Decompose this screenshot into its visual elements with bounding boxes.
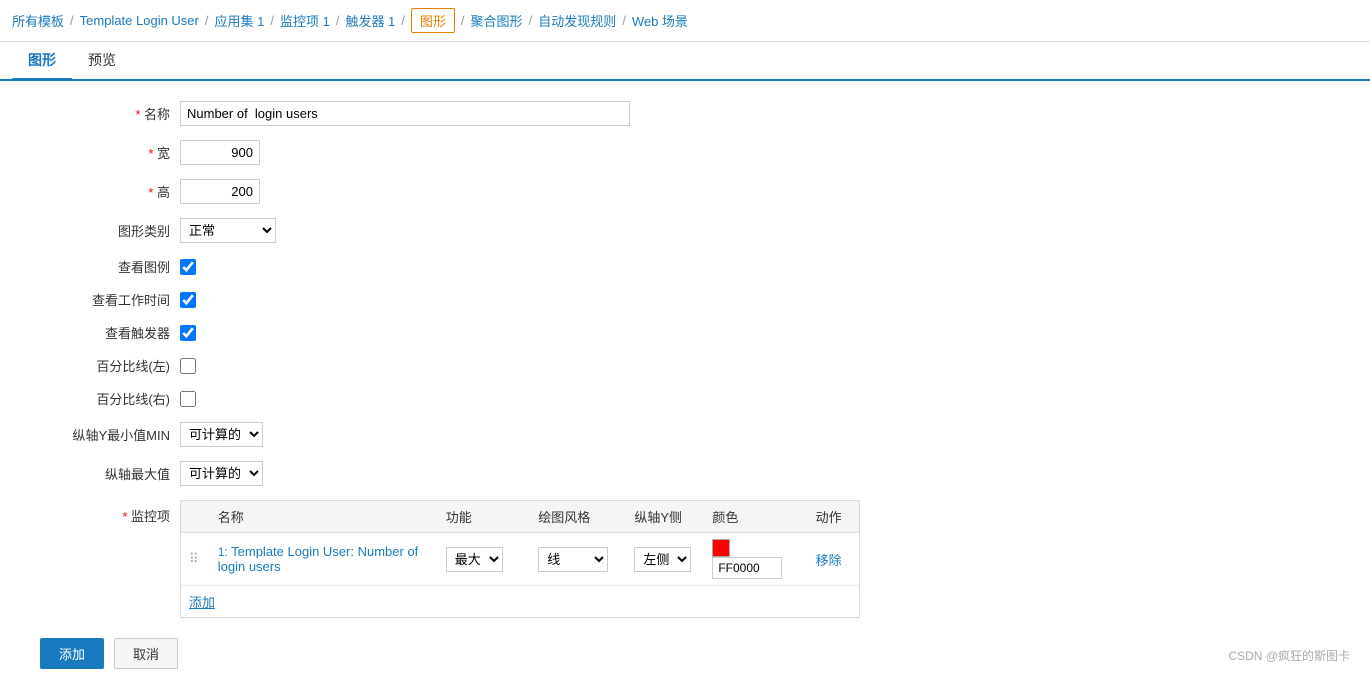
- color-swatch: [712, 539, 730, 557]
- item-style-cell: 线 点填充 粗线 阶梯线: [530, 533, 626, 586]
- col-action-header: 动作: [808, 501, 859, 533]
- percentile-left-label: 百分比线(左): [40, 356, 180, 375]
- table-header-row: 名称 功能 绘图风格 纵轴Y侧 颜色 动作: [181, 501, 859, 533]
- table-row: ⠿ 1: Template Login User: Number of logi…: [181, 533, 859, 586]
- view-workhours-row: 查看工作时间: [40, 290, 860, 309]
- breadcrumb-sep8: /: [622, 13, 626, 28]
- ymin-label: 纵轴Y最小值MIN: [40, 425, 180, 444]
- form-container: 名称 宽 高 图形类别 正常 堆叠 饼图 分离型饼图 查看图例 查看工作时间 查…: [0, 81, 900, 689]
- breadcrumb-sep3: /: [270, 13, 274, 28]
- item-color-cell: [704, 533, 807, 586]
- view-legend-row: 查看图例: [40, 257, 860, 276]
- monitor-row: 监控项 名称 功能 绘图风格 纵轴Y侧 颜色 动作: [40, 500, 860, 618]
- height-row: 高: [40, 179, 860, 204]
- add-button[interactable]: 添加: [40, 638, 104, 669]
- name-row: 名称: [40, 101, 860, 126]
- ymax-select[interactable]: 可计算的 固定 物品: [180, 461, 263, 486]
- color-input[interactable]: [712, 557, 782, 579]
- col-style-header: 绘图风格: [530, 501, 626, 533]
- percentile-left-row: 百分比线(左): [40, 356, 860, 375]
- view-workhours-label: 查看工作时间: [40, 290, 180, 309]
- footer-buttons: 添加 取消: [40, 638, 860, 669]
- height-input[interactable]: [180, 179, 260, 204]
- breadcrumb-alltemplate[interactable]: 所有模板: [12, 11, 64, 30]
- width-row: 宽: [40, 140, 860, 165]
- percentile-left-checkbox[interactable]: [180, 358, 196, 374]
- item-style-select[interactable]: 线 点填充 粗线 阶梯线: [538, 547, 608, 572]
- tab-preview[interactable]: 预览: [72, 42, 132, 81]
- percentile-right-checkbox[interactable]: [180, 391, 196, 407]
- breadcrumb-autodiscover[interactable]: 自动发现规则: [538, 11, 616, 30]
- percentile-right-row: 百分比线(右): [40, 389, 860, 408]
- name-label: 名称: [40, 104, 180, 123]
- monitor-table: 名称 功能 绘图风格 纵轴Y侧 颜色 动作 ⠿ 1:: [181, 501, 859, 586]
- ymin-select[interactable]: 可计算的 固定 物品: [180, 422, 263, 447]
- name-input[interactable]: [180, 101, 630, 126]
- breadcrumb-aggregate[interactable]: 聚合图形: [471, 11, 523, 30]
- col-yaxis-header: 纵轴Y侧: [626, 501, 704, 533]
- breadcrumb-sep7: /: [529, 13, 533, 28]
- col-name-header: 名称: [210, 501, 438, 533]
- item-func-select[interactable]: 最大 最小 平均 合计: [446, 547, 503, 572]
- cancel-button[interactable]: 取消: [114, 638, 178, 669]
- breadcrumb-sep5: /: [401, 13, 405, 28]
- tab-bar: 图形 预览: [0, 42, 1370, 81]
- breadcrumb-sep2: /: [205, 13, 209, 28]
- item-index: 1:: [218, 545, 228, 559]
- graph-type-row: 图形类别 正常 堆叠 饼图 分离型饼图: [40, 218, 860, 243]
- watermark: CSDN @疯狂的斯图卡: [1228, 647, 1350, 664]
- breadcrumb-template-login-user[interactable]: Template Login User: [80, 13, 199, 28]
- ymax-row: 纵轴最大值 可计算的 固定 物品: [40, 461, 860, 486]
- height-label: 高: [40, 182, 180, 201]
- item-func-cell: 最大 最小 平均 合计: [438, 533, 530, 586]
- breadcrumb-monitor[interactable]: 监控项 1: [280, 11, 330, 30]
- ymax-label: 纵轴最大值: [40, 464, 180, 483]
- table-add-link[interactable]: 添加: [181, 586, 859, 617]
- breadcrumb-webscene[interactable]: Web 场景: [632, 11, 688, 30]
- graph-type-label: 图形类别: [40, 221, 180, 240]
- breadcrumb-app[interactable]: 应用集 1: [215, 11, 265, 30]
- monitor-table-wrapper: 名称 功能 绘图风格 纵轴Y侧 颜色 动作 ⠿ 1:: [180, 500, 860, 618]
- ymin-row: 纵轴Y最小值MIN 可计算的 固定 物品: [40, 422, 860, 447]
- remove-link[interactable]: 移除: [816, 553, 842, 568]
- view-legend-label: 查看图例: [40, 257, 180, 276]
- item-name-cell: 1: Template Login User: Number of login …: [210, 533, 438, 586]
- percentile-right-label: 百分比线(右): [40, 389, 180, 408]
- graph-type-select[interactable]: 正常 堆叠 饼图 分离型饼图: [180, 218, 276, 243]
- breadcrumb-sep4: /: [336, 13, 340, 28]
- item-name-link[interactable]: Template Login User: Number of login use…: [218, 544, 419, 574]
- breadcrumb: 所有模板 / Template Login User / 应用集 1 / 监控项…: [0, 0, 1370, 42]
- col-drag: [181, 501, 210, 533]
- breadcrumb-sep6: /: [461, 13, 465, 28]
- view-trigger-checkbox[interactable]: [180, 325, 196, 341]
- drag-handle-icon[interactable]: ⠿: [189, 551, 199, 566]
- view-workhours-checkbox[interactable]: [180, 292, 196, 308]
- col-func-header: 功能: [438, 501, 530, 533]
- breadcrumb-graph-active[interactable]: 图形: [411, 8, 455, 33]
- tab-graph[interactable]: 图形: [12, 42, 72, 81]
- width-input[interactable]: [180, 140, 260, 165]
- item-yaxis-select[interactable]: 左侧 右侧: [634, 547, 691, 572]
- width-label: 宽: [40, 143, 180, 162]
- monitor-label: 监控项: [40, 500, 180, 525]
- breadcrumb-sep1: /: [70, 13, 74, 28]
- view-legend-checkbox[interactable]: [180, 259, 196, 275]
- item-yaxis-cell: 左侧 右侧: [626, 533, 704, 586]
- drag-handle-cell: ⠿: [181, 533, 210, 586]
- item-action-cell: 移除: [808, 533, 859, 586]
- breadcrumb-trigger[interactable]: 触发器 1: [345, 11, 395, 30]
- col-color-header: 颜色: [704, 501, 807, 533]
- view-trigger-label: 查看触发器: [40, 323, 180, 342]
- view-trigger-row: 查看触发器: [40, 323, 860, 342]
